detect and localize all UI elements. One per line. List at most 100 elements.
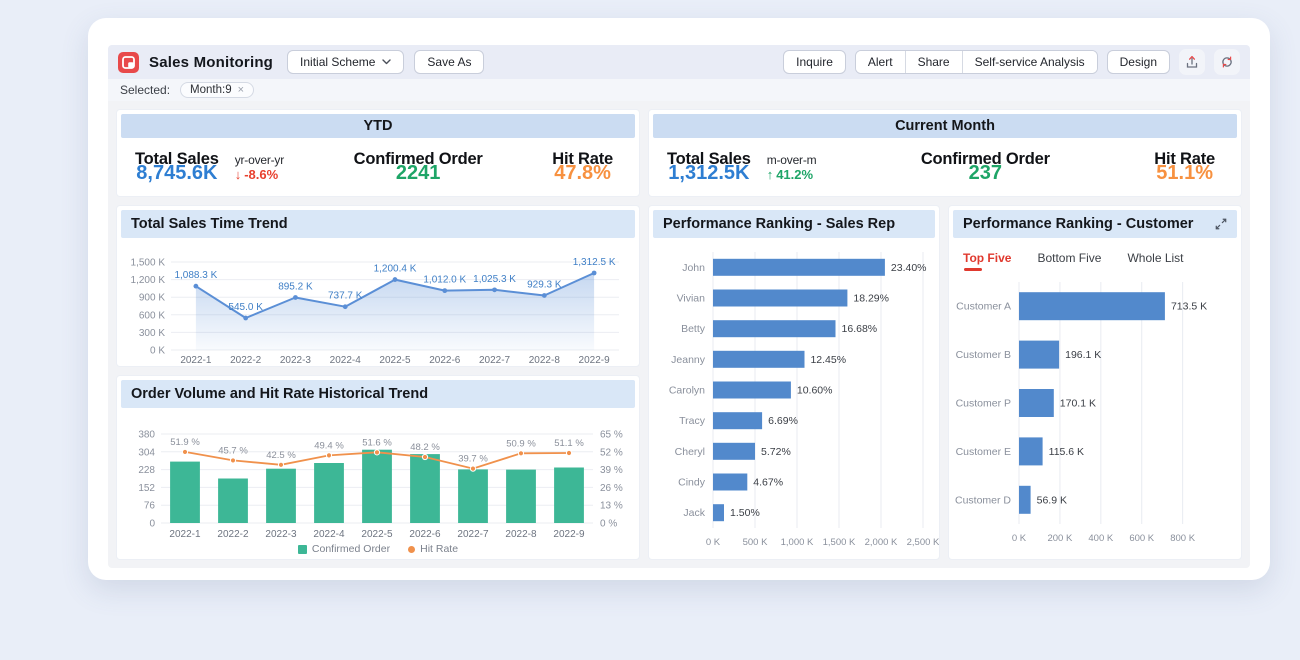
legend-label: Hit Rate bbox=[420, 543, 458, 555]
svg-text:18.29%: 18.29% bbox=[853, 293, 889, 305]
kpi-confirmed-order: Confirmed Order2241 bbox=[354, 151, 483, 184]
svg-text:713.5 K: 713.5 K bbox=[1171, 301, 1207, 313]
kpi-panel-current-month: Current MonthTotal Sales1,312.5Km-over-m… bbox=[648, 109, 1242, 197]
page-title: Sales Monitoring bbox=[149, 54, 273, 71]
svg-text:800 K: 800 K bbox=[1170, 533, 1195, 544]
panel-title-text: Performance Ranking - Customer bbox=[963, 216, 1193, 232]
legend-swatch-confirmed-order bbox=[298, 545, 307, 554]
kpi-value: ↑41.2% bbox=[767, 168, 817, 181]
toolbar-left: Sales Monitoring Initial Scheme Save As bbox=[118, 50, 773, 74]
kpi-value: 47.8% bbox=[552, 163, 613, 183]
dashboard-window: Sales Monitoring Initial Scheme Save As … bbox=[88, 18, 1270, 580]
svg-text:23.40%: 23.40% bbox=[891, 262, 927, 274]
svg-text:2022-8: 2022-8 bbox=[529, 355, 561, 366]
action-button-group: Alert Share Self-service Analysis bbox=[855, 50, 1098, 74]
svg-text:600 K: 600 K bbox=[139, 310, 165, 321]
close-icon[interactable]: × bbox=[238, 84, 244, 96]
kpi-label: m-over-m bbox=[767, 154, 817, 166]
panel-title-text: Performance Ranking - Sales Rep bbox=[663, 216, 895, 232]
svg-text:545.0 K: 545.0 K bbox=[228, 302, 263, 313]
share-button[interactable]: Share bbox=[905, 51, 962, 73]
svg-text:5.72%: 5.72% bbox=[761, 446, 791, 458]
save-as-button[interactable]: Save As bbox=[414, 50, 484, 74]
rep-ranking-chart: 0 K500 K1,000 K1,500 K2,000 K2,500 KJohn… bbox=[657, 244, 939, 552]
export-button[interactable] bbox=[1179, 49, 1205, 75]
chart-legend: Confirmed Order Hit Rate bbox=[117, 539, 639, 559]
panel-order-hit-trend: Order Volume and Hit Rate Historical Tre… bbox=[116, 375, 640, 560]
svg-text:Cheryl: Cheryl bbox=[675, 446, 705, 458]
svg-text:10.60%: 10.60% bbox=[797, 385, 833, 397]
svg-text:65 %: 65 % bbox=[600, 430, 623, 441]
svg-text:0: 0 bbox=[149, 519, 155, 530]
kpi-body: Total Sales8,745.6K yr-over-yr↓-8.6% Confi… bbox=[117, 138, 639, 196]
filter-bar: Selected: Month:9 × bbox=[108, 79, 1250, 101]
svg-text:400 K: 400 K bbox=[1088, 533, 1113, 544]
alert-button[interactable]: Alert bbox=[856, 51, 905, 73]
scheme-select[interactable]: Initial Scheme bbox=[287, 50, 404, 74]
logo-glyph-icon bbox=[122, 56, 135, 69]
svg-text:2022-4: 2022-4 bbox=[330, 355, 362, 366]
svg-text:4.67%: 4.67% bbox=[753, 477, 783, 489]
svg-text:380: 380 bbox=[138, 430, 155, 441]
svg-text:2022-7: 2022-7 bbox=[479, 355, 511, 366]
kpi-m-over-m: m-over-m ↑41.2% bbox=[767, 154, 817, 181]
svg-text:Betty: Betty bbox=[681, 323, 706, 335]
svg-text:Customer A: Customer A bbox=[956, 301, 1011, 313]
tab-whole-list[interactable]: Whole List bbox=[1127, 251, 1183, 271]
svg-text:13 %: 13 % bbox=[600, 501, 623, 512]
svg-text:152: 152 bbox=[138, 483, 155, 494]
svg-text:500 K: 500 K bbox=[743, 537, 768, 548]
svg-text:0 K: 0 K bbox=[1012, 533, 1027, 544]
svg-text:0 %: 0 % bbox=[600, 519, 617, 530]
export-icon bbox=[1185, 55, 1199, 69]
kpi-value: 8,745.6K bbox=[135, 163, 219, 183]
legend-swatch-hit-rate bbox=[408, 546, 415, 553]
filter-label: Selected: bbox=[120, 83, 170, 97]
inquire-button[interactable]: Inquire bbox=[783, 50, 846, 74]
tab-bottom-five[interactable]: Bottom Five bbox=[1037, 251, 1101, 271]
kpi-hit-rate: Hit Rate47.8% bbox=[552, 151, 613, 184]
kpi-total-sales: Total Sales8,745.6K bbox=[135, 151, 219, 184]
svg-text:2022-1: 2022-1 bbox=[180, 355, 212, 366]
svg-text:0 K: 0 K bbox=[150, 346, 165, 357]
svg-text:51.9 %: 51.9 % bbox=[170, 437, 200, 448]
kpi-section-title: YTD bbox=[121, 114, 635, 138]
self-service-analysis-button[interactable]: Self-service Analysis bbox=[962, 51, 1097, 73]
kpi-confirmed-order: Confirmed Order237 bbox=[921, 151, 1050, 184]
kpi-section-title: Current Month bbox=[653, 114, 1237, 138]
svg-text:1,312.5 K: 1,312.5 K bbox=[573, 257, 616, 268]
svg-text:0 K: 0 K bbox=[706, 537, 721, 548]
svg-text:1,000 K: 1,000 K bbox=[781, 537, 814, 548]
kpi-panel-ytd: YTD Total Sales8,745.6K yr-over-yr↓-8.6% Co… bbox=[116, 109, 640, 197]
svg-text:2,000 K: 2,000 K bbox=[865, 537, 898, 548]
svg-text:1,500 K: 1,500 K bbox=[823, 537, 856, 548]
scheme-select-value: Initial Scheme bbox=[300, 55, 375, 69]
refresh-button[interactable] bbox=[1214, 49, 1240, 75]
svg-text:737.7 K: 737.7 K bbox=[328, 291, 363, 302]
svg-text:56.9 K: 56.9 K bbox=[1037, 494, 1067, 506]
tab-top-five[interactable]: Top Five bbox=[963, 251, 1011, 271]
svg-text:1,500 K: 1,500 K bbox=[131, 258, 166, 269]
svg-text:2022-6: 2022-6 bbox=[429, 355, 461, 366]
legend-label: Confirmed Order bbox=[312, 543, 390, 555]
svg-text:895.2 K: 895.2 K bbox=[278, 281, 313, 292]
kpi-group: Total Sales8,745.6K yr-over-yr↓-8.6% bbox=[135, 151, 284, 184]
svg-text:1,200 K: 1,200 K bbox=[131, 275, 166, 286]
kpi-hit-rate: Hit Rate51.1% bbox=[1154, 151, 1215, 184]
svg-text:Customer P: Customer P bbox=[956, 398, 1011, 410]
panel-title-total-sales-trend: Total Sales Time Trend bbox=[121, 210, 635, 238]
app-logo-icon bbox=[118, 52, 139, 73]
svg-text:Vivian: Vivian bbox=[677, 293, 706, 305]
dashboard-content: YTD Total Sales8,745.6K yr-over-yr↓-8.6% Co… bbox=[108, 101, 1250, 568]
svg-text:228: 228 bbox=[138, 465, 155, 476]
kpi-yr-over-yr: yr-over-yr↓-8.6% bbox=[235, 154, 284, 181]
design-button[interactable]: Design bbox=[1107, 50, 1170, 74]
filter-chip-month[interactable]: Month:9 × bbox=[180, 82, 254, 98]
main-row: Total Sales Time Trend 1,500 K1,200 K900… bbox=[116, 205, 1242, 560]
svg-text:John: John bbox=[682, 262, 705, 274]
expand-button[interactable] bbox=[1215, 218, 1227, 230]
panel-customer-ranking: Performance Ranking - Customer Top Five B… bbox=[948, 205, 1242, 560]
svg-text:12.45%: 12.45% bbox=[810, 354, 846, 366]
chart-body-line: 1,500 K1,200 K900 K600 K300 K0 K2022-120… bbox=[117, 242, 639, 366]
kpi-value: 51.1% bbox=[1154, 163, 1215, 183]
